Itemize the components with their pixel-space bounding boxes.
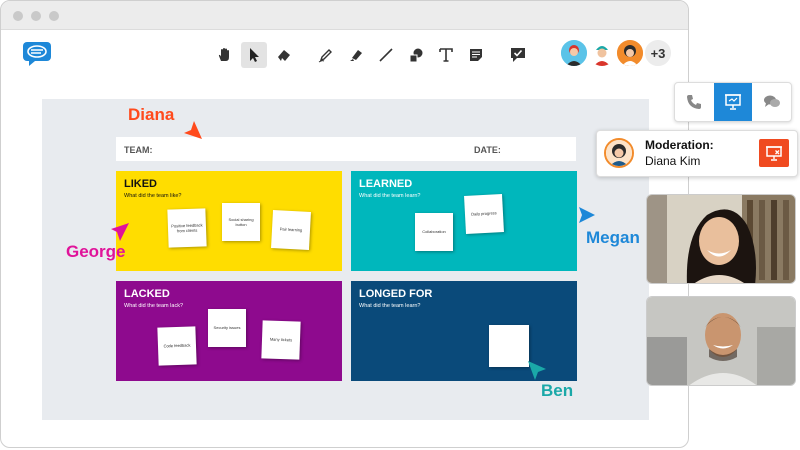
sticky-note[interactable]: Code feedback	[157, 326, 197, 366]
title-bar	[1, 1, 688, 30]
participant-video-image	[647, 195, 795, 283]
sticky-note[interactable]: Security issues	[208, 309, 246, 347]
call-controls	[674, 82, 792, 122]
stop-presentation-button[interactable]	[759, 139, 789, 167]
sticky-note[interactable]: Daily progress	[464, 194, 504, 234]
team-label: TEAM:	[124, 145, 153, 155]
cursor-diana-icon	[184, 121, 202, 139]
more-participants-badge[interactable]: +3	[643, 38, 673, 68]
video-tile-participant-1[interactable]	[646, 194, 796, 284]
liked-quadrant[interactable]: LIKED What did the team like? Positive f…	[116, 171, 342, 271]
text-tool-icon[interactable]	[433, 42, 459, 68]
sticky-note[interactable]: Collaboration	[415, 213, 453, 251]
sticky-note[interactable]: Positive feedback from clients	[167, 208, 207, 248]
phone-icon	[687, 95, 702, 109]
longed-for-title: LONGED FOR	[359, 288, 433, 300]
pen-tool-icon[interactable]	[313, 42, 339, 68]
window-maximize-dot[interactable]	[49, 11, 59, 21]
participant-avatar[interactable]	[615, 38, 645, 68]
moderation-card: Moderation: Diana Kim	[596, 130, 798, 177]
whiteboard-canvas[interactable]: TEAM: DATE: LIKED What did the team like…	[42, 99, 649, 420]
shapes-tool-icon[interactable]	[403, 42, 429, 68]
moderation-label: Moderation:	[645, 138, 714, 152]
cursor-label-ben: Ben	[541, 381, 574, 400]
cursor-label-megan: Megan	[586, 228, 640, 247]
date-label: DATE:	[474, 145, 501, 155]
cursor-george-icon	[111, 223, 129, 241]
sticky-note[interactable]	[489, 325, 529, 367]
liked-subtitle: What did the team like?	[124, 193, 182, 199]
moderator-name: Diana Kim	[645, 154, 701, 168]
line-tool-icon[interactable]	[373, 42, 399, 68]
participant-avatar[interactable]	[587, 38, 617, 68]
sticky-note-tool-icon[interactable]	[463, 42, 489, 68]
presentation-screen-icon	[725, 94, 741, 110]
drawing-toolbar	[211, 41, 531, 69]
feedback-tool-icon[interactable]	[505, 42, 531, 68]
phone-call-button[interactable]	[675, 83, 714, 121]
participant-video-image	[647, 297, 795, 385]
chat-bubbles-icon	[763, 95, 780, 107]
sticky-note[interactable]: Social sharing button	[222, 203, 260, 241]
hand-tool-icon[interactable]	[211, 42, 237, 68]
cursor-label-diana: Diana	[128, 105, 175, 124]
window-close-dot[interactable]	[13, 11, 23, 21]
cursor-megan-icon	[579, 207, 595, 223]
participant-avatar[interactable]	[559, 38, 589, 68]
presentation-button[interactable]	[713, 83, 753, 121]
video-tile-participant-2[interactable]	[646, 296, 796, 386]
window-minimize-dot[interactable]	[31, 11, 41, 21]
longed-for-subtitle: What did the team learn?	[359, 303, 421, 309]
cursor-ben-icon	[528, 361, 546, 380]
chat-button[interactable]	[752, 83, 791, 121]
learned-title: LEARNED	[359, 178, 413, 190]
app-logo-icon	[23, 42, 51, 66]
liked-title: LIKED	[124, 178, 157, 190]
lacked-title: LACKED	[124, 288, 170, 300]
lacked-subtitle: What did the team lack?	[124, 303, 184, 309]
lacked-quadrant[interactable]: LACKED What did the team lack? Code feed…	[116, 281, 342, 381]
stop-presentation-icon	[766, 146, 782, 161]
eraser-tool-icon[interactable]	[271, 42, 297, 68]
moderator-avatar	[604, 138, 634, 168]
select-tool-icon[interactable]	[241, 42, 267, 68]
app-window: +3 TEAM: DATE: LIKED What did the team l…	[0, 0, 689, 448]
sticky-note[interactable]: Pair learning	[271, 210, 311, 250]
cursor-label-george: George	[66, 242, 126, 261]
marker-tool-icon[interactable]	[343, 42, 369, 68]
sticky-note[interactable]: Many tickets	[261, 320, 301, 360]
learned-subtitle: What did the team learn?	[359, 193, 421, 199]
learned-quadrant[interactable]: LEARNED What did the team learn? Collabo…	[351, 171, 577, 271]
